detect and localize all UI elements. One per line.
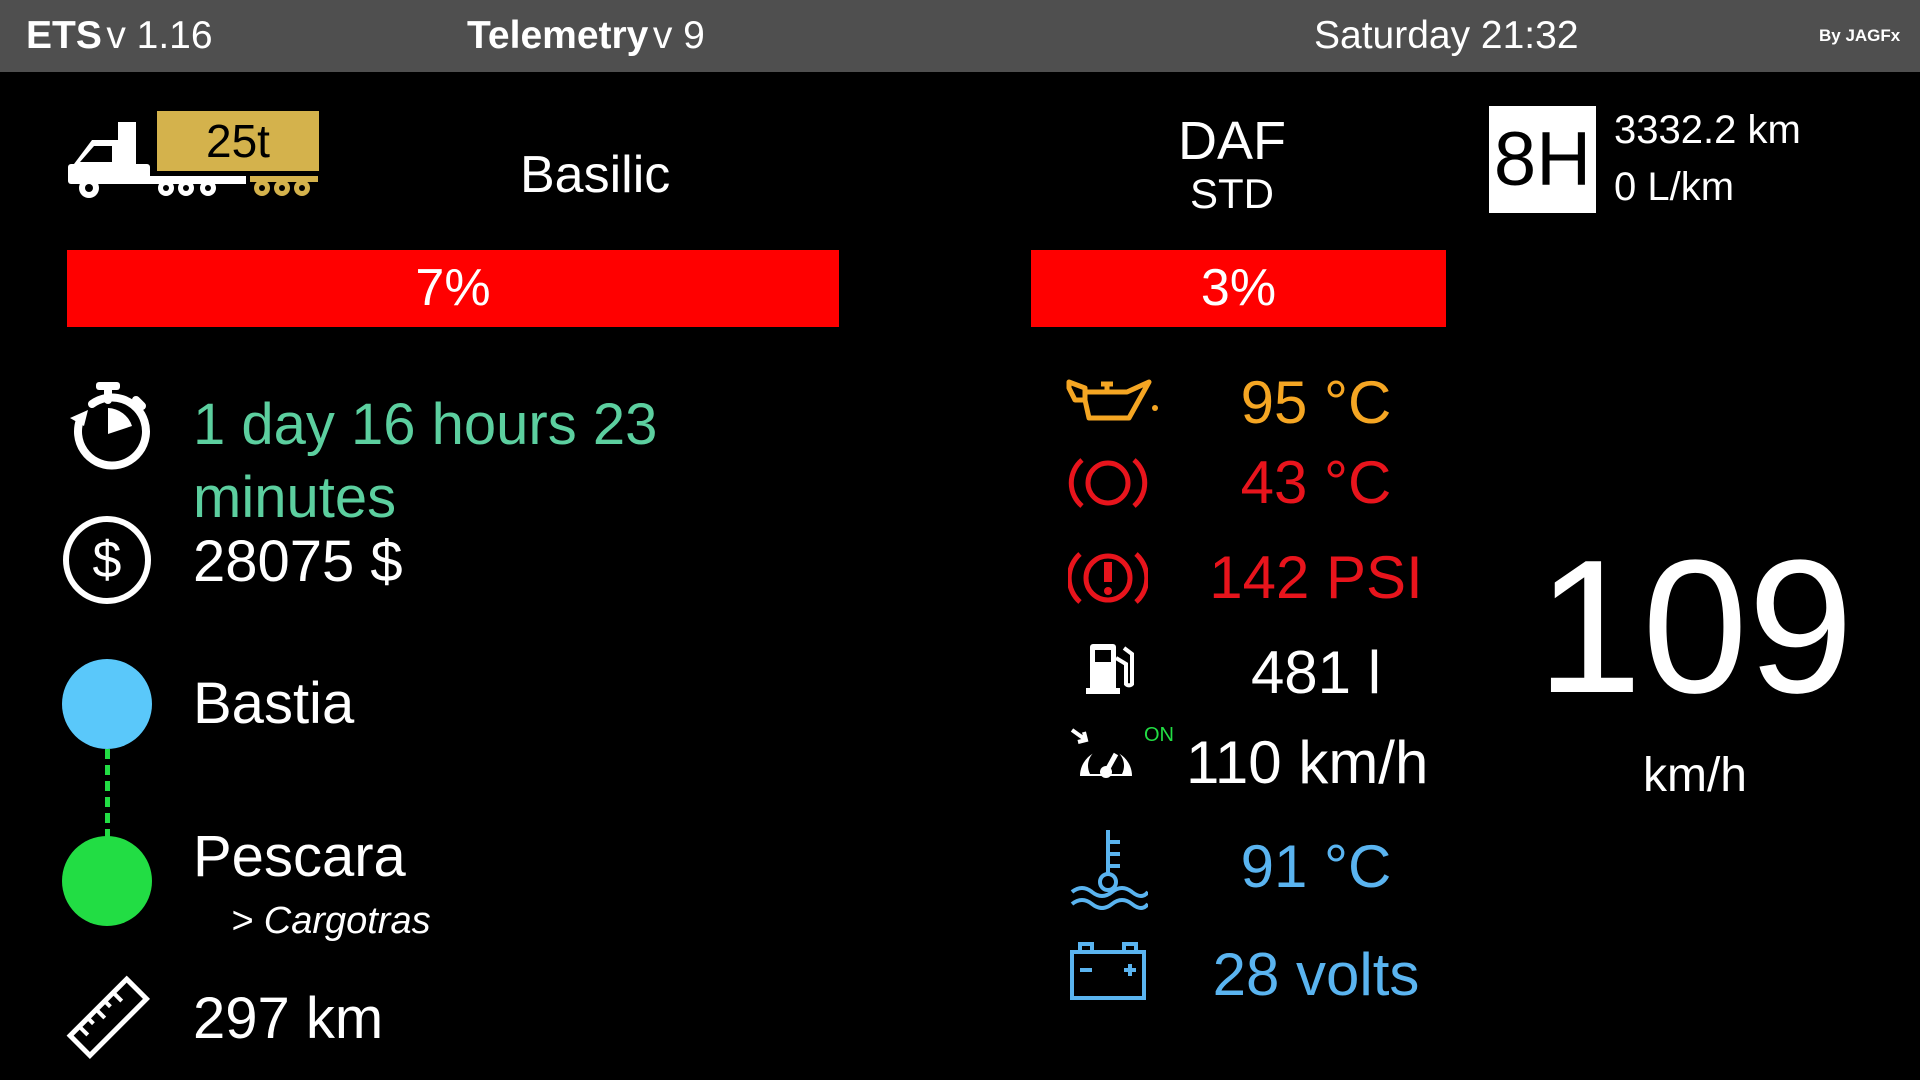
battery-icon	[1068, 940, 1148, 1002]
battery-voltage: 28 volts	[1212, 941, 1420, 1008]
cargo-weight-badge: 25t	[157, 111, 319, 171]
oil-temp: 95 °C	[1240, 369, 1392, 436]
route-line	[105, 749, 110, 839]
ruler-icon	[66, 975, 152, 1061]
brake-temp: 43 °C	[1240, 449, 1392, 516]
app-title: ETS v 1.16	[26, 0, 213, 72]
telemetry-name: Telemetry	[467, 14, 649, 57]
distance: 297 km	[193, 986, 384, 1051]
income: 28075 $	[193, 529, 403, 594]
air-pressure: 142 PSI	[1209, 544, 1423, 611]
odometer: 3332.2 km	[1614, 108, 1801, 152]
trailer-damage-bar: 7%	[67, 250, 839, 327]
top-bar: ETS v 1.16 Telemetry v 9 Saturday 21:32 …	[0, 0, 1920, 72]
brake-warning-icon	[1068, 546, 1148, 610]
water-temp: 91 °C	[1240, 833, 1392, 900]
source-dot	[62, 659, 152, 749]
truck-damage-bar: 3%	[1031, 250, 1446, 327]
speed-unit: km/h	[1642, 749, 1747, 802]
cruise-speed: 110 km/h	[1186, 729, 1429, 796]
author-credit: By JAGFx	[1819, 26, 1901, 45]
stopwatch-icon	[60, 378, 156, 474]
truck-make: DAF	[1178, 111, 1286, 171]
fuel-pump-icon	[1086, 640, 1134, 696]
telemetry-version: v 9	[652, 14, 705, 57]
speed-value: 109	[1536, 521, 1854, 733]
cargo-name: Basilic	[520, 146, 671, 204]
datetime: Saturday 21:32	[1314, 14, 1579, 57]
fuel-level: 481 l	[1250, 639, 1382, 706]
fuel-consumption: 0 L/km	[1614, 165, 1735, 209]
telemetry-title: Telemetry v 9	[467, 0, 705, 72]
destination-company: > Cargotras	[231, 900, 431, 942]
source-city: Bastia	[193, 671, 355, 736]
remaining-time: 1 day 16 hours 23 minutes	[193, 392, 658, 530]
brake-icon	[1068, 452, 1148, 514]
svg-text:$: $	[93, 531, 122, 589]
destination-city: Pescara	[193, 824, 406, 889]
app-version: v 1.16	[106, 14, 213, 57]
destination-dot	[62, 836, 152, 926]
cruise-on-indicator: ON	[1144, 724, 1174, 746]
gear-indicator: 8H	[1489, 106, 1596, 213]
app-name: ETS	[26, 14, 102, 57]
truck-model: STD	[1190, 170, 1274, 217]
coolant-temp-icon	[1068, 826, 1148, 910]
dollar-icon: $	[62, 515, 152, 605]
cruise-control-icon	[1070, 726, 1142, 790]
oil-can-icon	[1065, 374, 1161, 426]
